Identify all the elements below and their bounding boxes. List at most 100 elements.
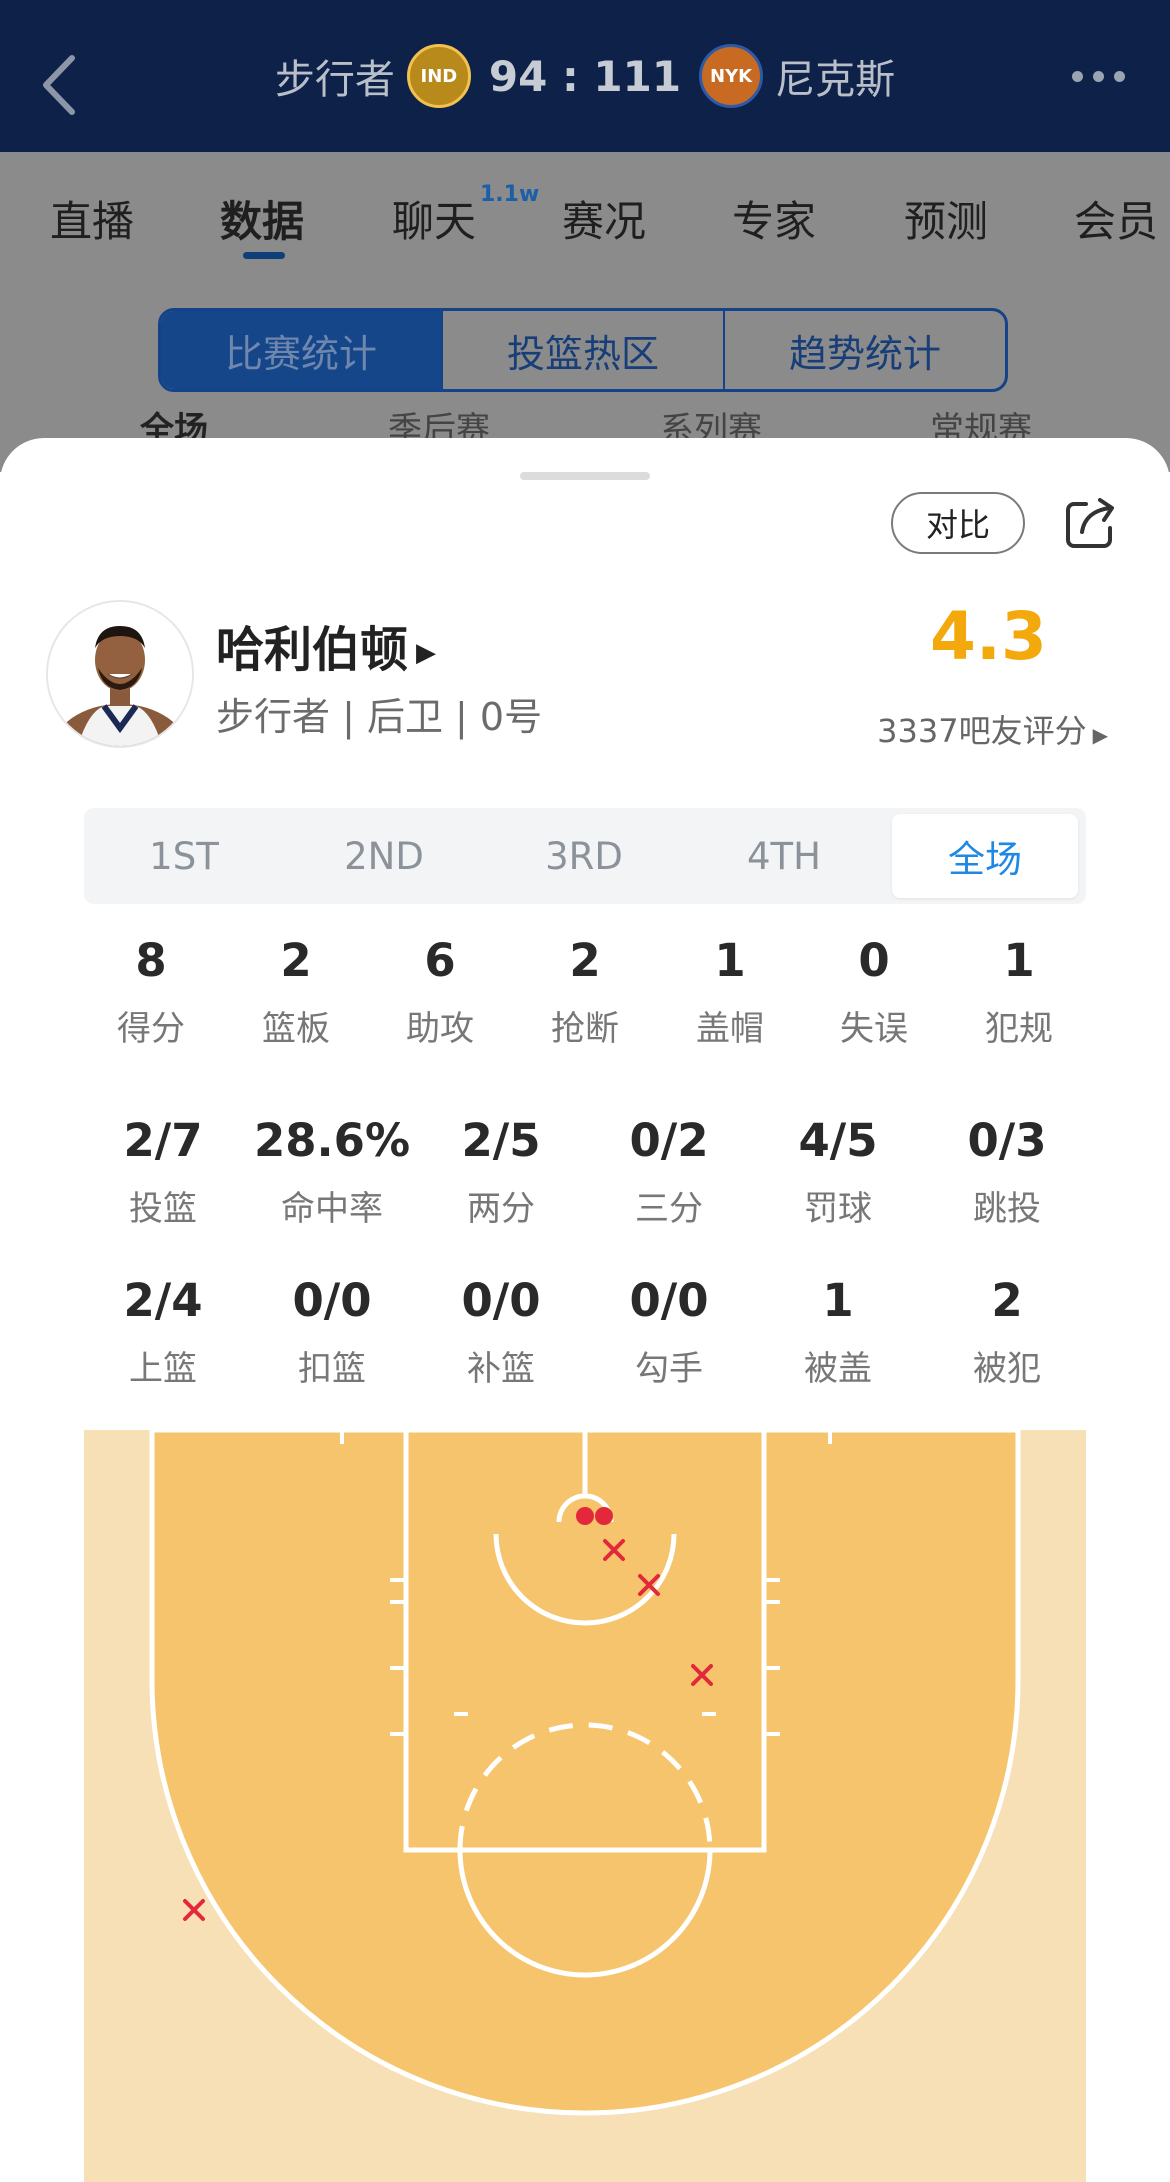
period-tab-4th[interactable]: 4TH xyxy=(684,808,884,904)
stat-value: 0/2 xyxy=(629,1114,709,1167)
stat-value: 0/0 xyxy=(461,1274,541,1327)
player-avatar xyxy=(46,600,194,748)
active-tab-indicator xyxy=(243,252,285,259)
player-meta: 步行者 | 后卫 | 0号 xyxy=(216,695,543,739)
stat-jumpers: 0/3 跳投 xyxy=(967,1114,1046,1230)
stat-label: 罚球 xyxy=(804,1189,872,1229)
tab-live[interactable]: 直播 xyxy=(50,188,134,249)
stat-fg-pct: 28.6% 命中率 xyxy=(254,1114,410,1230)
rating-count-text: 3337吧友评分 xyxy=(877,712,1087,750)
stat-label: 上篮 xyxy=(129,1349,197,1389)
stat-2pt: 2/5 两分 xyxy=(461,1114,540,1230)
stat-label: 扣篮 xyxy=(298,1349,366,1389)
stat-label: 三分 xyxy=(635,1189,703,1229)
stat-blocks: 1 盖帽 xyxy=(696,934,764,1050)
view-segmented-control: 比赛统计 投篮热区 趋势统计 xyxy=(158,308,1008,392)
sheet-drag-handle[interactable] xyxy=(520,472,650,480)
rating-count-link[interactable]: 3337吧友评分 ▶ xyxy=(877,706,1108,752)
away-team-logo: NYK xyxy=(699,44,764,108)
stat-value: 0/3 xyxy=(967,1114,1047,1167)
stat-putbacks: 0/0 补篮 xyxy=(461,1274,540,1390)
stat-label: 犯规 xyxy=(985,1009,1053,1049)
stat-label: 跳投 xyxy=(973,1189,1041,1229)
score: 94 : 111 xyxy=(488,51,682,101)
stat-value: 1 xyxy=(822,1274,854,1327)
stat-value: 4/5 xyxy=(798,1114,878,1167)
stat-label: 得分 xyxy=(117,1009,185,1049)
more-icon[interactable] xyxy=(1072,64,1132,88)
stat-label: 勾手 xyxy=(635,1349,703,1389)
period-tab-2nd[interactable]: 2ND xyxy=(284,808,484,904)
stat-fg: 2/7 投篮 xyxy=(123,1114,202,1230)
stat-value: 6 xyxy=(424,934,456,987)
caret-right-icon: ▶ xyxy=(416,638,437,668)
tab-data[interactable]: 数据 xyxy=(220,188,304,249)
stat-label: 失误 xyxy=(840,1009,908,1049)
stat-value: 1 xyxy=(714,934,746,987)
stat-value: 2/7 xyxy=(123,1114,203,1167)
stat-steals: 2 抢断 xyxy=(551,934,619,1050)
segment-trend-stats[interactable]: 趋势统计 xyxy=(725,311,1005,389)
stat-value: 0 xyxy=(858,934,890,987)
player-name[interactable]: 哈利伯顿 ▶ xyxy=(216,610,436,680)
tab-chat-badge: 1.1w xyxy=(480,182,540,207)
stat-label: 助攻 xyxy=(406,1009,474,1049)
stat-dunks: 0/0 扣篮 xyxy=(292,1274,371,1390)
segment-shot-zones[interactable]: 投篮热区 xyxy=(443,311,725,389)
stat-fouled: 2 被犯 xyxy=(973,1274,1041,1390)
player-name-text: 哈利伯顿 xyxy=(216,622,409,678)
period-tab-3rd[interactable]: 3RD xyxy=(484,808,684,904)
stat-value: 0/0 xyxy=(629,1274,709,1327)
compare-button[interactable]: 对比 xyxy=(891,492,1025,554)
period-tab-1st[interactable]: 1ST xyxy=(84,808,284,904)
stat-ft: 4/5 罚球 xyxy=(798,1114,877,1230)
stat-3pt: 0/2 三分 xyxy=(629,1114,708,1230)
stat-fouls: 1 犯规 xyxy=(985,934,1053,1050)
stat-label: 盖帽 xyxy=(696,1009,764,1049)
stat-value: 8 xyxy=(135,934,167,987)
stat-label: 两分 xyxy=(467,1189,535,1229)
tab-experts[interactable]: 专家 xyxy=(732,188,816,249)
stat-label: 补篮 xyxy=(467,1349,535,1389)
shot-chart xyxy=(84,1430,1086,2182)
segment-game-stats[interactable]: 比赛统计 xyxy=(161,311,443,389)
stat-value: 1 xyxy=(1003,934,1035,987)
stat-value: 2 xyxy=(991,1274,1023,1327)
tab-situation[interactable]: 赛况 xyxy=(562,188,646,249)
player-stats-sheet: 对比 哈利伯顿 ▶ 步行者 | 后卫 | 0号 4.3 3337吧友评分 ▶ 1ST… xyxy=(0,438,1170,2182)
stat-turnovers: 0 失误 xyxy=(840,934,908,1050)
share-icon[interactable] xyxy=(1062,494,1120,552)
stat-points: 8 得分 xyxy=(117,934,185,1050)
stat-value: 28.6% xyxy=(253,1114,411,1167)
stat-value: 0/0 xyxy=(292,1274,372,1327)
away-team-name: 尼克斯 xyxy=(775,57,896,103)
stat-rebounds: 2 篮板 xyxy=(262,934,330,1050)
period-tabs: 1ST 2ND 3RD 4TH 全场 xyxy=(84,808,1086,904)
player-rating: 4.3 xyxy=(930,598,1047,675)
stat-assists: 6 助攻 xyxy=(406,934,474,1050)
tab-chat[interactable]: 聊天 1.1w xyxy=(392,182,539,249)
stat-label: 命中率 xyxy=(281,1189,383,1229)
stat-label: 抢断 xyxy=(551,1009,619,1049)
caret-right-icon: ▶ xyxy=(1092,723,1108,747)
stat-layups: 2/4 上篮 xyxy=(123,1274,202,1390)
tab-chat-label: 聊天 xyxy=(392,197,477,246)
home-team-name: 步行者 xyxy=(274,57,395,103)
stat-value: 2 xyxy=(280,934,312,987)
stat-value: 2/5 xyxy=(461,1114,541,1167)
period-tab-full[interactable]: 全场 xyxy=(892,814,1078,898)
stat-hooks: 0/0 勾手 xyxy=(629,1274,708,1390)
stat-value: 2 xyxy=(569,934,601,987)
stat-label: 投篮 xyxy=(129,1189,197,1229)
home-team-logo: IND xyxy=(406,44,471,108)
stat-label: 被犯 xyxy=(973,1349,1041,1389)
tab-member[interactable]: 会员 xyxy=(1074,188,1158,249)
made-shot-marker xyxy=(595,1507,613,1525)
score-line: 步行者 IND 94 : 111 NYK 尼克斯 xyxy=(0,0,1170,152)
made-shot-marker xyxy=(576,1507,594,1525)
stat-label: 被盖 xyxy=(804,1349,872,1389)
stat-label: 篮板 xyxy=(262,1009,330,1049)
stat-value: 2/4 xyxy=(123,1274,203,1327)
tab-predict[interactable]: 预测 xyxy=(904,188,988,249)
match-header: 步行者 IND 94 : 111 NYK 尼克斯 xyxy=(0,0,1170,152)
